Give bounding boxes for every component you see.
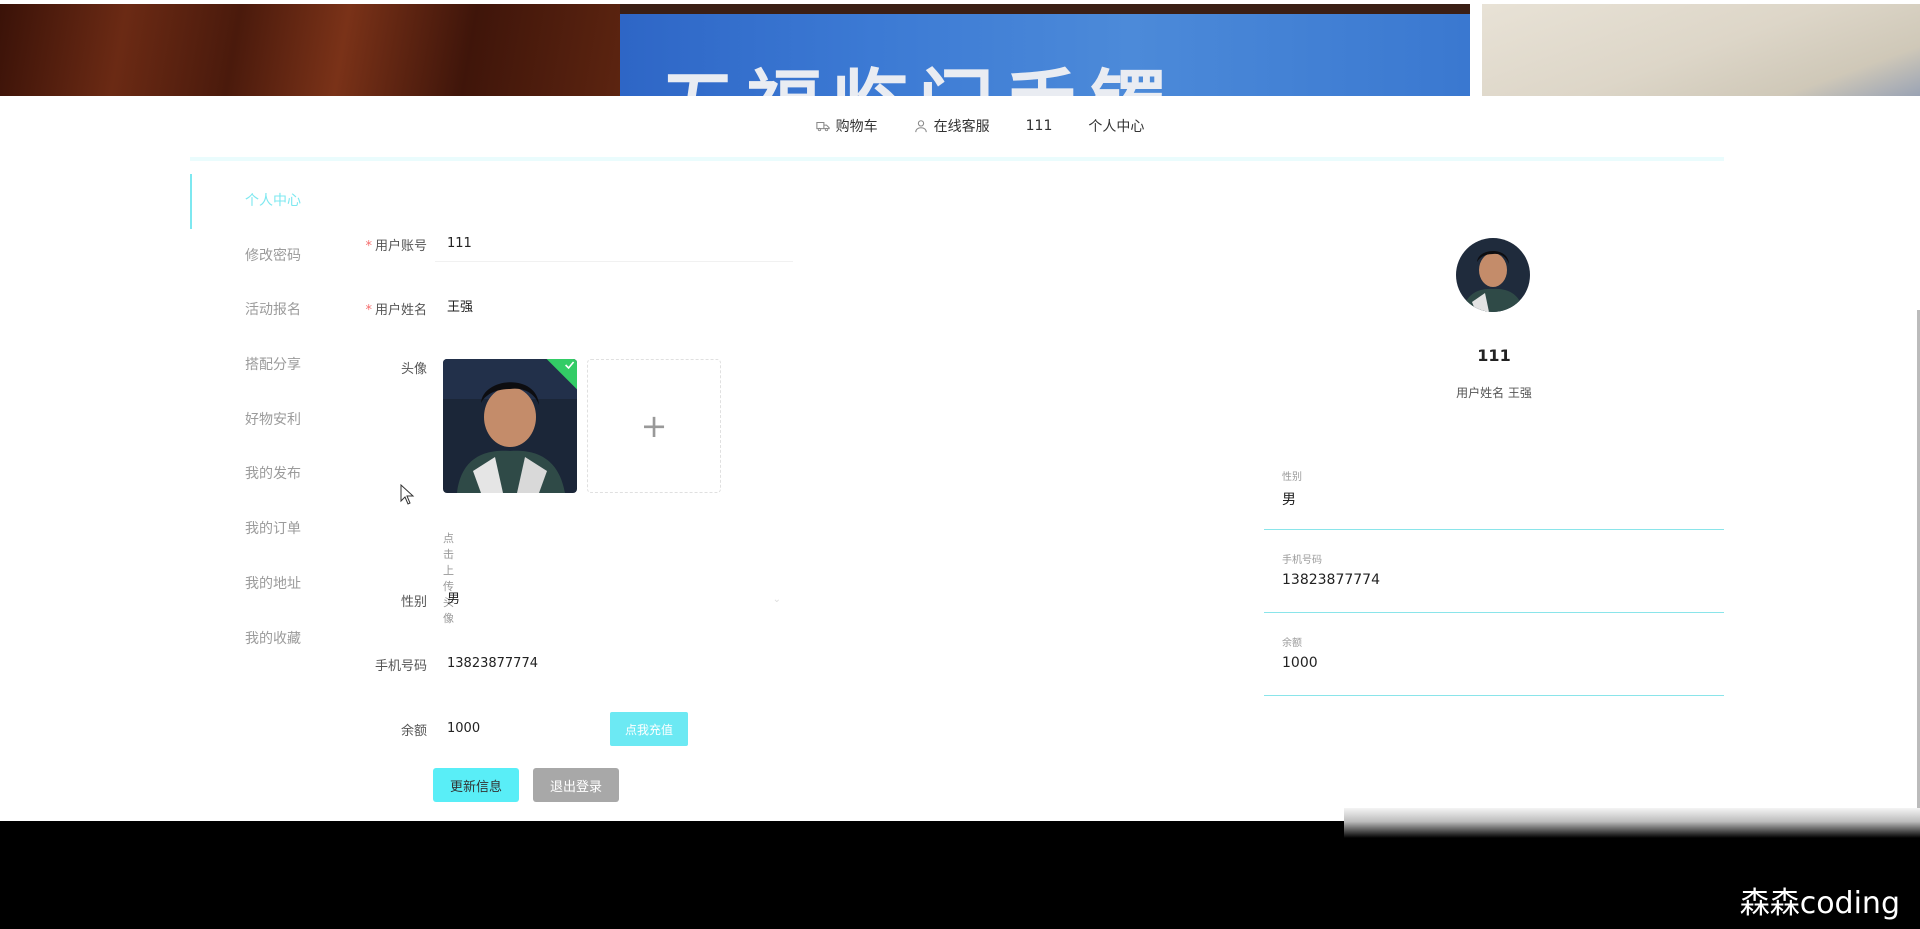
nav-cart-label: 购物车 [835, 119, 878, 135]
sidebar-item-my-favorites[interactable]: 我的收藏 [190, 612, 320, 667]
gender-label: 性别 [400, 594, 427, 610]
account-row: * 用户账号 111 [360, 226, 793, 262]
user-icon [914, 120, 927, 133]
account-label: * 用户账号 [365, 238, 427, 254]
balance-label: 余额 [400, 723, 427, 739]
check-icon [565, 361, 575, 370]
gender-row: 性别 男 ⌄ [360, 582, 793, 618]
banner-title: 五福临门手镯 [660, 44, 1176, 96]
name-row: * 用户姓名 王强 [360, 290, 793, 326]
sidebar-item-personal-center[interactable]: 个人中心 [190, 174, 320, 229]
nav-username[interactable]: 111 [1026, 118, 1053, 134]
plus-icon: + [640, 407, 668, 445]
phone-input[interactable]: 13823877774 [435, 646, 793, 682]
gender-select-value: 男 [447, 592, 461, 607]
balance-row: 余额 1000 点我充值 [360, 711, 688, 747]
sidebar-item-change-password[interactable]: 修改密码 [190, 229, 320, 284]
profile-field-value: 13823877774 [1282, 572, 1380, 588]
phone-label: 手机号码 [374, 658, 427, 674]
header-divider [190, 157, 1724, 161]
form-actions: 更新信息 退出登录 [433, 768, 619, 802]
avatar-uploader: + [443, 359, 721, 493]
profile-field-value: 1000 [1282, 655, 1318, 671]
avatar [1456, 238, 1530, 312]
banner-image-left [0, 4, 620, 96]
banner-divider [620, 4, 1470, 14]
name-label: * 用户姓名 [365, 302, 427, 318]
overlay-fade [1344, 808, 1920, 838]
profile-fullname: 用户姓名 王强 [1456, 386, 1532, 400]
sidebar-item-recommendations[interactable]: 好物安利 [190, 393, 320, 448]
banner-image-right [1482, 4, 1920, 96]
avatar-label: 头像 [400, 362, 427, 377]
profile-username: 111 [1477, 346, 1511, 365]
sidebar-item-my-posts[interactable]: 我的发布 [190, 447, 320, 502]
banner-carousel[interactable]: 五福临门手镯 [0, 4, 1920, 96]
profile-field-balance: 余额 1000 [1264, 628, 1724, 696]
page: 五福临门手镯 购物车 在线客服 111 个人中心 个人中心 修改密码 活动报名 … [0, 0, 1920, 929]
watermark-text: 森森coding [1739, 886, 1900, 921]
update-info-button[interactable]: 更新信息 [433, 768, 519, 802]
recharge-button[interactable]: 点我充值 [610, 712, 688, 746]
avatar-image [443, 359, 577, 493]
avatar-preview[interactable] [443, 359, 577, 493]
nav-personal-center[interactable]: 个人中心 [1088, 116, 1144, 136]
profile-field-phone: 手机号码 13823877774 [1264, 545, 1724, 613]
profile-field-label: 性别 [1282, 472, 1302, 483]
upload-add-button[interactable]: + [587, 359, 721, 493]
profile-field-label: 余额 [1282, 638, 1302, 649]
nav-personal-center-label: 个人中心 [1088, 119, 1145, 135]
nav-cart[interactable]: 购物车 [815, 116, 878, 136]
mouse-cursor-icon [400, 484, 415, 505]
nav-customer-service-label: 在线客服 [933, 119, 990, 135]
sidebar-item-my-address[interactable]: 我的地址 [190, 557, 320, 612]
gender-select[interactable]: 男 ⌄ [435, 582, 793, 618]
profile-avatar-image [1456, 238, 1530, 312]
chevron-down-icon: ⌄ [772, 594, 781, 605]
nav-username-label: 111 [1025, 118, 1053, 134]
sidebar-item-my-orders[interactable]: 我的订单 [190, 502, 320, 557]
top-nav: 购物车 在线客服 111 个人中心 [0, 114, 1920, 138]
account-input[interactable]: 111 [435, 226, 793, 262]
logout-button[interactable]: 退出登录 [533, 768, 619, 802]
profile-field-value: 男 [1282, 492, 1296, 508]
banner-image-center: 五福临门手镯 [620, 14, 1470, 96]
avatar-row: 头像 [360, 358, 435, 377]
nav-customer-service[interactable]: 在线客服 [914, 116, 990, 136]
sidebar-item-activity-signup[interactable]: 活动报名 [190, 283, 320, 338]
sidebar: 个人中心 修改密码 活动报名 搭配分享 好物安利 我的发布 我的订单 我的地址 … [190, 174, 320, 666]
profile-field-label: 手机号码 [1282, 555, 1322, 566]
profile-field-gender: 性别 男 [1264, 462, 1724, 530]
truck-icon [815, 121, 830, 132]
phone-row: 手机号码 13823877774 [360, 646, 793, 682]
sidebar-item-outfit-share[interactable]: 搭配分享 [190, 338, 320, 393]
name-input[interactable]: 王强 [435, 290, 793, 326]
